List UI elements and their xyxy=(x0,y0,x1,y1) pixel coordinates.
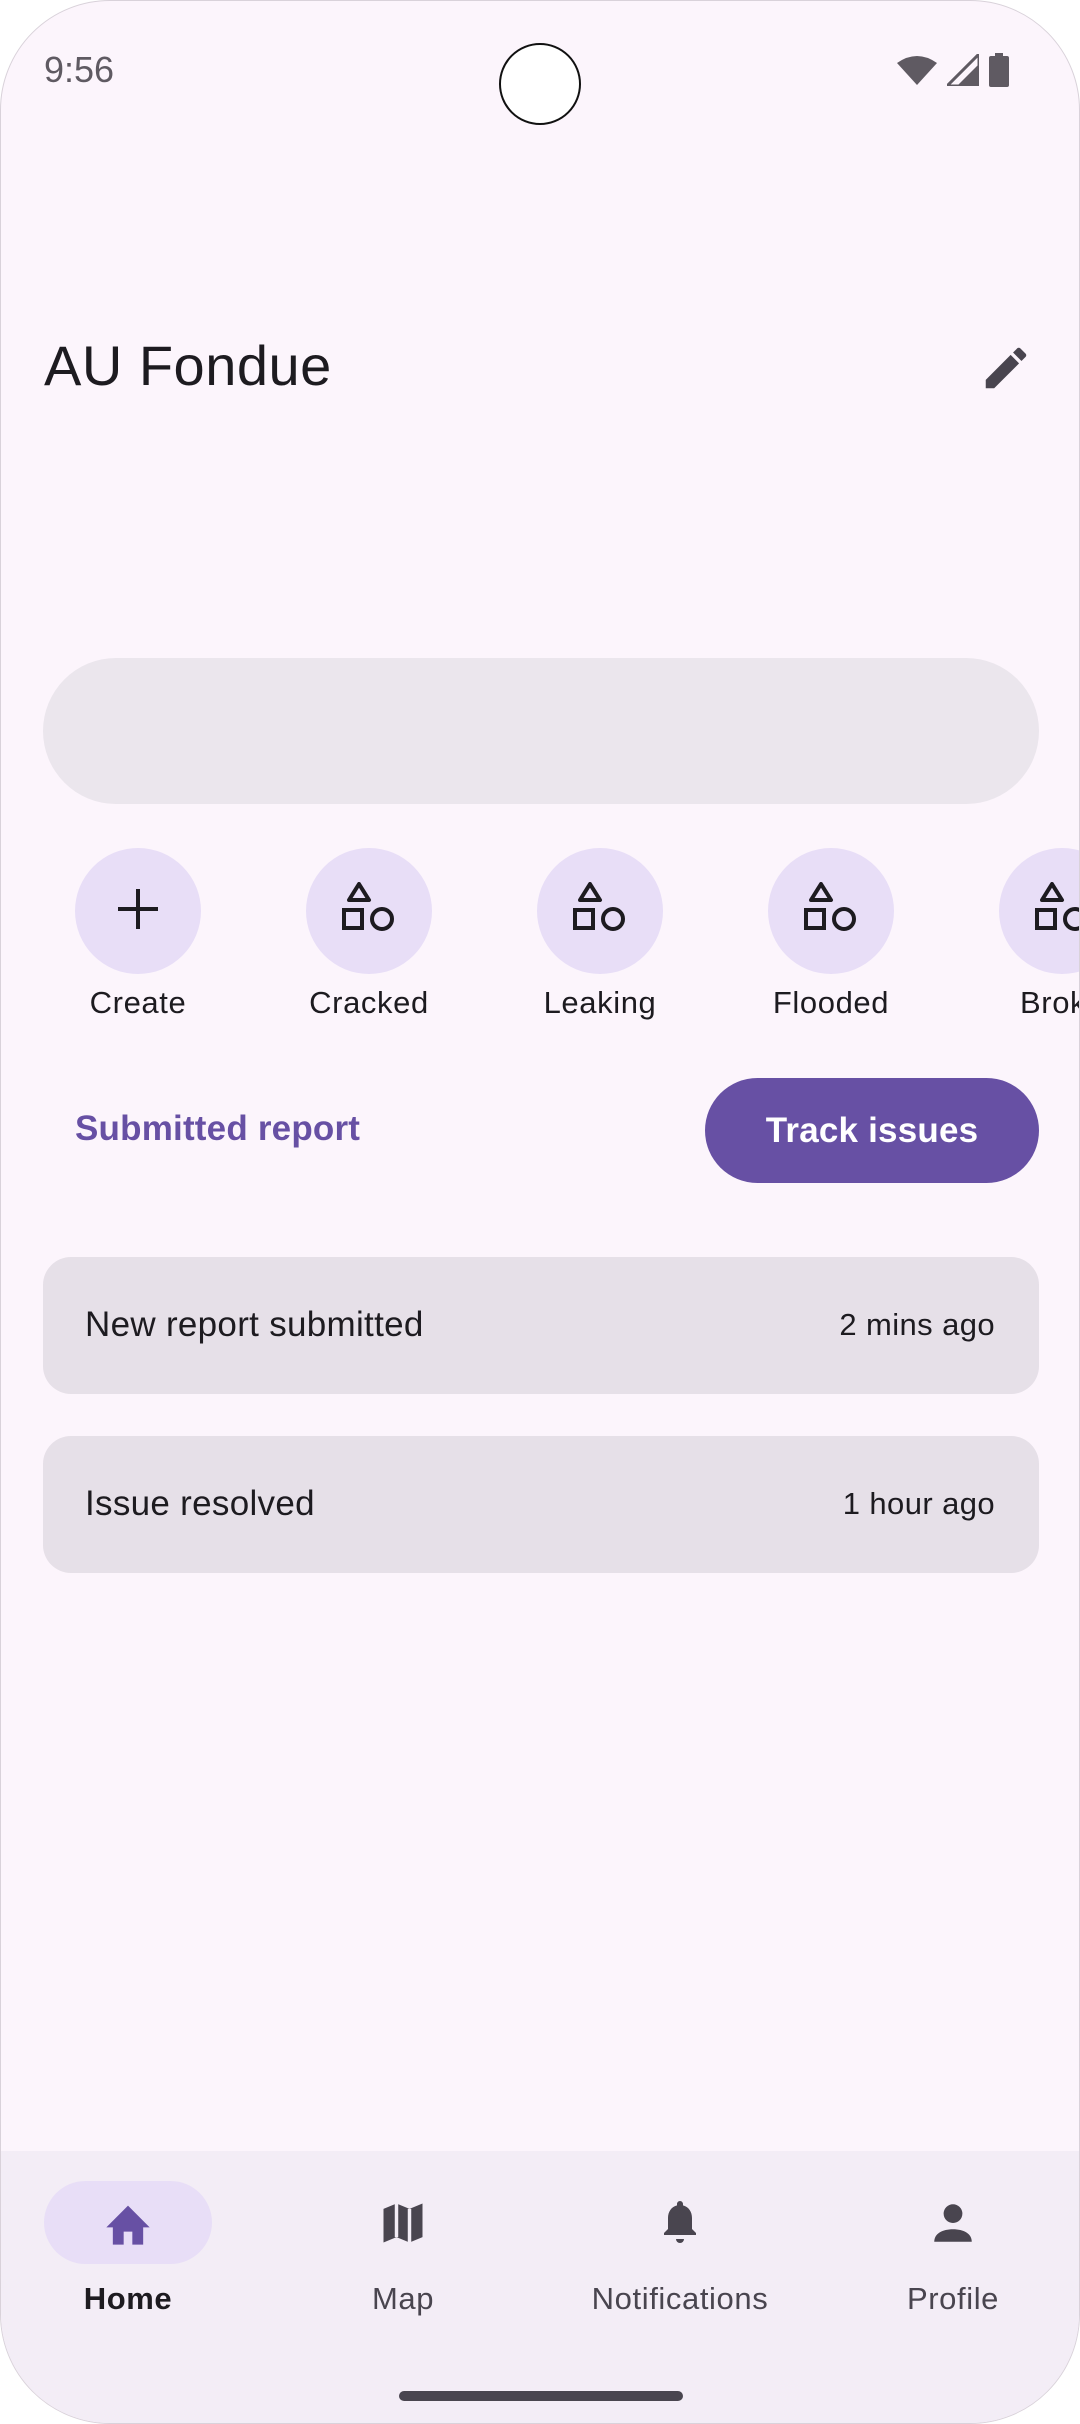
category-flooded[interactable]: Flooded xyxy=(731,846,931,1026)
category-circle xyxy=(306,848,432,974)
bottom-navigation: Home Map Notifications Profile xyxy=(1,2151,1079,2423)
category-circle xyxy=(75,848,201,974)
activity-card[interactable]: New report submitted 2 mins ago xyxy=(43,1257,1039,1394)
category-leaking[interactable]: Leaking xyxy=(500,846,700,1026)
activity-text: Issue resolved xyxy=(85,1484,315,1523)
plus-icon xyxy=(116,887,160,936)
nav-label: Notifications xyxy=(591,2281,769,2316)
nav-item-notifications[interactable]: Notifications xyxy=(565,2181,795,2331)
nav-label: Map xyxy=(371,2281,435,2316)
category-row: Create Cracked Leaking Flooded Bro xyxy=(1,846,1079,1026)
phone-screen: 9:56 AU Fondue Create Cracked Leaking Fl… xyxy=(0,0,1080,2424)
category-label: Cracked xyxy=(309,985,429,1020)
nav-label: Profile xyxy=(906,2281,1000,2316)
search-bar[interactable] xyxy=(43,658,1039,804)
category-circle xyxy=(768,848,894,974)
activity-text: New report submitted xyxy=(85,1305,424,1344)
status-icons xyxy=(897,50,1009,92)
category-label: Flooded xyxy=(772,985,890,1020)
cellular-signal-icon xyxy=(943,50,981,91)
category-label: Leaking xyxy=(543,985,657,1020)
person-icon xyxy=(861,2181,1045,2264)
category-create[interactable]: Create xyxy=(38,846,238,1026)
shapes-icon xyxy=(342,881,396,941)
track-issues-button[interactable]: Track issues xyxy=(705,1078,1039,1183)
submitted-report-link[interactable]: Submitted report xyxy=(75,1109,360,1149)
category-label: Create xyxy=(89,985,187,1020)
wifi-icon xyxy=(897,55,937,90)
shapes-icon xyxy=(804,881,858,941)
camera-cutout xyxy=(499,43,581,125)
nav-label: Home xyxy=(83,2281,173,2316)
pencil-icon xyxy=(979,341,1033,400)
category-broke[interactable]: Broke xyxy=(962,846,1079,1026)
category-label: Broke xyxy=(1020,985,1079,1020)
activity-card[interactable]: Issue resolved 1 hour ago xyxy=(43,1436,1039,1573)
edit-button[interactable] xyxy=(975,339,1037,401)
activity-time: 2 mins ago xyxy=(839,1307,995,1342)
nav-item-map[interactable]: Map xyxy=(311,2181,495,2331)
page-title: AU Fondue xyxy=(44,334,332,397)
category-circle xyxy=(999,848,1079,974)
shapes-icon xyxy=(573,881,627,941)
nav-item-home[interactable]: Home xyxy=(36,2181,220,2331)
category-circle xyxy=(537,848,663,974)
status-time: 9:56 xyxy=(44,49,115,90)
gesture-handle[interactable] xyxy=(399,2391,683,2401)
nav-item-profile[interactable]: Profile xyxy=(861,2181,1045,2331)
home-icon xyxy=(36,2181,220,2264)
category-cracked[interactable]: Cracked xyxy=(269,846,469,1026)
bell-icon xyxy=(565,2181,795,2264)
battery-icon xyxy=(989,53,1009,92)
shapes-icon xyxy=(1035,881,1079,941)
activity-time: 1 hour ago xyxy=(842,1486,995,1521)
map-icon xyxy=(311,2181,495,2264)
